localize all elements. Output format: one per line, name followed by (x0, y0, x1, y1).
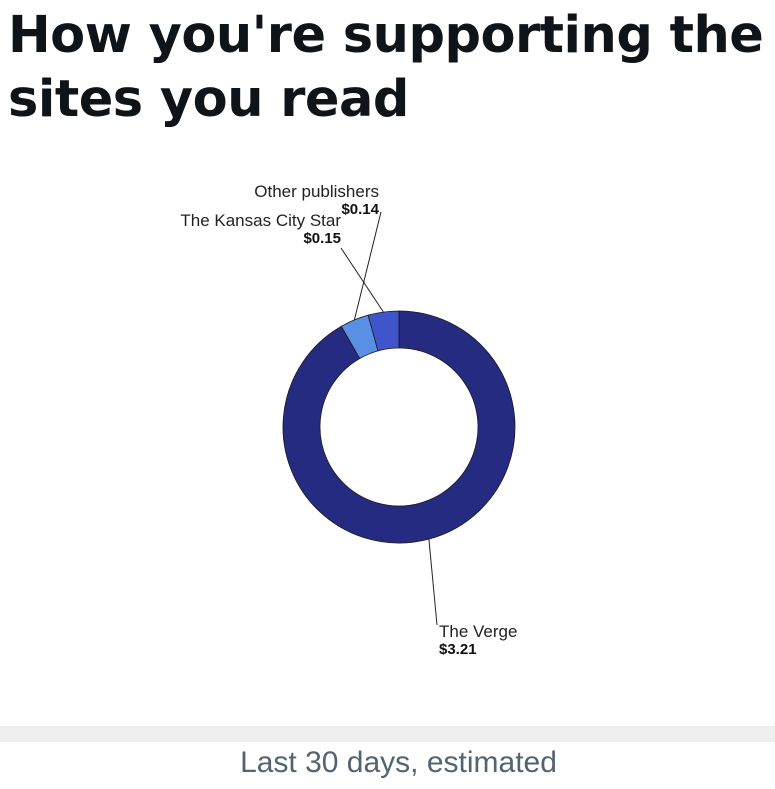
leader-line (340, 247, 384, 313)
slice-label: The Verge (439, 622, 517, 641)
slice-label: The Kansas City Star (180, 211, 341, 230)
slice-label: Other publishers (254, 182, 379, 201)
leader-line (353, 211, 382, 321)
slice-value: $3.21 (439, 641, 477, 658)
footer-divider (0, 726, 775, 742)
leader-line (428, 539, 438, 626)
page-title: How you're supporting the sites you read (8, 6, 764, 129)
slice-value: $0.15 (303, 230, 341, 247)
footer-caption: Last 30 days, estimated (240, 746, 557, 779)
donut-chart: The Verge$3.21 Other publishers$0.14The K… (180, 182, 517, 658)
leader-lines-group (340, 211, 438, 626)
data-labels-group: The Verge$3.21 Other publishers$0.14The K… (180, 182, 517, 658)
slices-group (282, 310, 516, 544)
slice-value: $0.14 (341, 201, 379, 218)
